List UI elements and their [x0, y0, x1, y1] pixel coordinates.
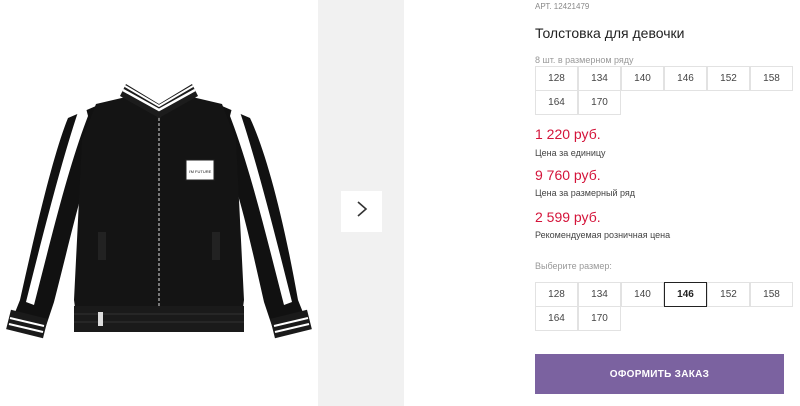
size-row-cell: 128 [535, 66, 578, 91]
row-price: 9 760 руб. [535, 167, 601, 183]
next-image-button[interactable] [341, 191, 382, 232]
size-row-grid: 128 134 140 146 152 158 164 170 [535, 66, 793, 115]
size-row-cell: 140 [621, 66, 664, 91]
size-row-cell: 164 [535, 90, 578, 115]
size-selector: 128 134 140 146 152 158 164 170 [535, 282, 793, 331]
chevron-right-icon [356, 200, 368, 223]
size-option[interactable]: 134 [578, 282, 621, 307]
article-number: АРТ. 12421479 [535, 2, 590, 11]
size-option[interactable]: 158 [750, 282, 793, 307]
place-order-button[interactable]: ОФОРМИТЬ ЗАКАЗ [535, 354, 784, 394]
size-row-note-main: 8 шт. в размерном ряду [535, 55, 634, 65]
size-row-note: 8 шт. в размерном ряду [535, 55, 634, 65]
retail-price: 2 599 руб. [535, 209, 601, 225]
size-option[interactable]: 164 [535, 306, 578, 331]
size-row-cell: 152 [707, 66, 750, 91]
size-row-cell: 158 [750, 66, 793, 91]
product-title: Толстовка для девочки [535, 25, 685, 41]
unit-price-label: Цена за единицу [535, 148, 606, 158]
size-option[interactable]: 152 [707, 282, 750, 307]
size-option[interactable]: 128 [535, 282, 578, 307]
size-option[interactable]: 170 [578, 306, 621, 331]
size-row-cell: 170 [578, 90, 621, 115]
size-row-cell: 134 [578, 66, 621, 91]
choose-size-label: Выберите размер: [535, 261, 612, 271]
size-row-cell: 146 [664, 66, 707, 91]
row-price-label: Цена за размерный ряд [535, 188, 636, 198]
jacket-illustration: I'M FUTURE [6, 84, 312, 339]
product-image: I'M FUTURE [0, 0, 318, 406]
size-option[interactable]: 140 [621, 282, 664, 307]
retail-price-label: Рекомендуемая розничная цена [535, 230, 671, 240]
unit-price: 1 220 руб. [535, 126, 601, 142]
jacket-patch-text: I'M FUTURE [189, 169, 212, 174]
size-option-selected[interactable]: 146 [664, 282, 707, 307]
